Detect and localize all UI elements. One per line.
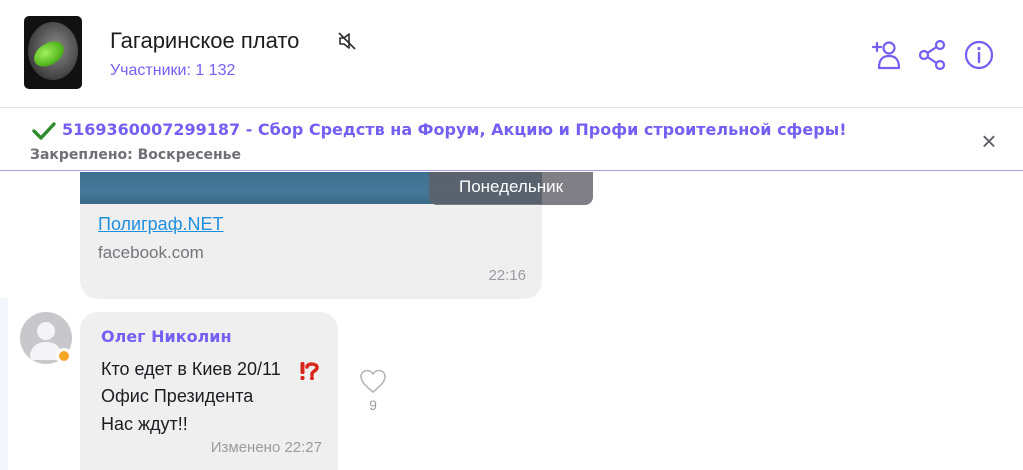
- link-domain: facebook.com: [98, 243, 204, 262]
- like-count: 9: [369, 397, 377, 413]
- message-line: Кто едет в Киев 20/11: [101, 359, 281, 379]
- info-icon[interactable]: [962, 38, 996, 72]
- close-pinned-button[interactable]: ×: [976, 128, 1002, 154]
- heart-icon[interactable]: [358, 367, 388, 395]
- sender-name[interactable]: Олег Николин: [101, 327, 232, 346]
- add-user-icon[interactable]: [870, 38, 904, 72]
- group-avatar[interactable]: [24, 16, 82, 89]
- message-time: 22:16: [488, 267, 526, 284]
- status-badge: [56, 348, 72, 364]
- message-time: Изменено 22:27: [210, 439, 322, 456]
- mute-icon: [338, 32, 356, 50]
- message-bubble[interactable]: Олег Николин Кто едет в Киев 20/11 Офис …: [80, 312, 338, 470]
- date-separator: Понедельник: [429, 172, 593, 205]
- pinned-meta: Закреплено: Воскресенье: [30, 147, 242, 163]
- avatar-head: [37, 322, 55, 340]
- share-icon[interactable]: [915, 38, 949, 72]
- link-title[interactable]: Полиграф.NET: [98, 214, 224, 235]
- message-line: Офис Президента: [101, 386, 254, 406]
- exclamation-question-icon: [300, 362, 319, 380]
- message-line: Нас ждут!!: [101, 414, 188, 434]
- check-mark-icon: [32, 122, 56, 140]
- chat-title[interactable]: Гагаринское плато: [110, 28, 299, 54]
- pinned-text[interactable]: 5169360007299187 - Сбор Средств на Форум…: [62, 120, 847, 139]
- chat-header: Гагаринское плато Участники: 1 132: [0, 0, 1023, 108]
- side-strip: [0, 298, 8, 470]
- participants-count[interactable]: Участники: 1 132: [110, 62, 235, 80]
